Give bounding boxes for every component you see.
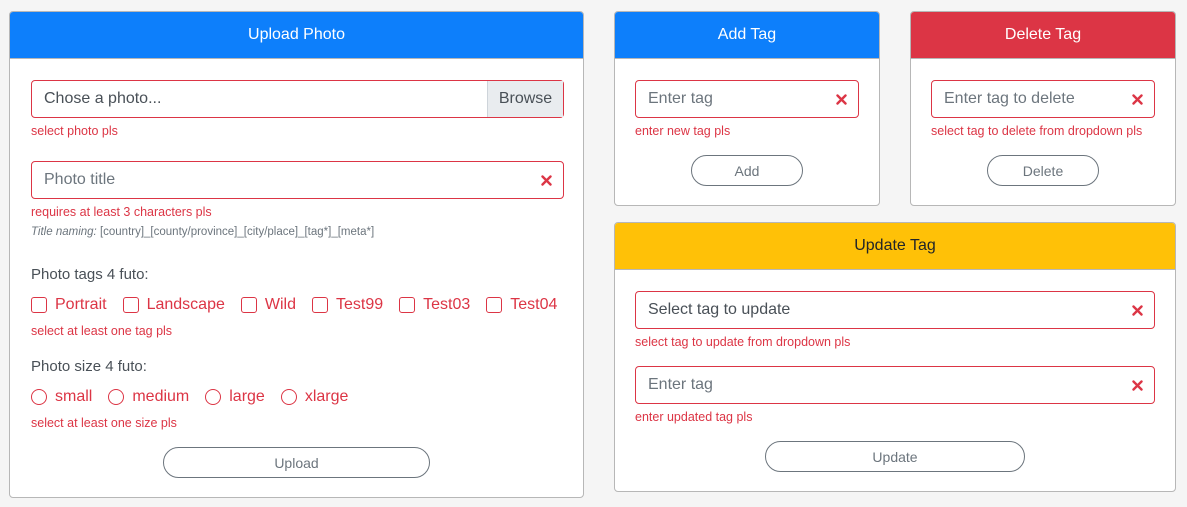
invalid-x-icon (529, 174, 563, 186)
checkbox-box[interactable] (399, 297, 416, 313)
tag-checkbox-landscape[interactable]: Landscape (122, 296, 225, 314)
photo-tags-error: select at least one tag pls (31, 324, 173, 338)
upload-photo-card: Upload Photo Chose a photo... Browse sel… (9, 11, 584, 498)
update-tag-input-error: enter updated tag pls (635, 410, 753, 424)
size-radio-medium[interactable]: medium (108, 388, 189, 406)
delete-tag-header: Delete Tag (911, 12, 1175, 59)
radio-circle[interactable] (108, 389, 125, 405)
radio-circle[interactable] (280, 389, 297, 405)
photo-size-label: Photo size 4 futo: (31, 358, 147, 375)
delete-tag-card: Delete Tag Enter tag to delete select ta… (910, 11, 1176, 206)
title-naming-label: Title naming: (31, 226, 97, 238)
add-tag-input[interactable]: Enter tag (635, 80, 859, 118)
checkbox-box[interactable] (486, 297, 503, 313)
title-naming-pattern: [country]_[county/province]_[city/place]… (99, 226, 375, 238)
add-tag-card: Add Tag Enter tag enter new tag pls Add (614, 11, 880, 206)
delete-tag-error: select tag to delete from dropdown pls (931, 124, 1143, 138)
photo-title-input[interactable]: Photo title (31, 161, 564, 199)
radio-circle[interactable] (31, 389, 47, 405)
delete-button[interactable]: Delete (987, 155, 1099, 186)
photo-size-error: select at least one size pls (31, 416, 177, 430)
photo-file-input[interactable]: Chose a photo... Browse (31, 80, 564, 118)
checkbox-box[interactable] (122, 297, 139, 313)
radio-circle[interactable] (205, 389, 222, 405)
tag-checkbox-portrait[interactable]: Portrait (31, 296, 107, 314)
delete-tag-input[interactable]: Enter tag to delete (931, 80, 1155, 118)
size-radio-xlarge[interactable]: xlarge (280, 388, 348, 406)
update-tag-header: Update Tag (615, 223, 1175, 270)
tag-checkbox-wild[interactable]: Wild (240, 296, 296, 314)
add-button[interactable]: Add (691, 155, 803, 186)
upload-button[interactable]: Upload (163, 447, 430, 478)
update-tag-select-placeholder: Select tag to update (648, 301, 791, 318)
invalid-x-icon (824, 93, 858, 105)
upload-photo-header: Upload Photo (10, 12, 583, 59)
invalid-x-icon (1120, 93, 1154, 105)
checkbox-box[interactable] (311, 297, 328, 313)
invalid-x-icon (1120, 379, 1154, 391)
add-tag-header: Add Tag (615, 12, 879, 59)
delete-tag-placeholder: Enter tag to delete (944, 90, 1075, 107)
update-tag-select[interactable]: Select tag to update (635, 291, 1155, 329)
photo-title-error: requires at least 3 characters pls (31, 205, 212, 219)
photo-size-group: small medium large xlarge (31, 388, 364, 406)
update-tag-card: Update Tag Select tag to update select t… (614, 222, 1176, 492)
photo-file-placeholder: Chose a photo... (44, 90, 162, 107)
update-tag-select-error: select tag to update from dropdown pls (635, 335, 851, 349)
title-naming-hint: Title naming: [country]_[county/province… (31, 226, 374, 238)
tag-checkbox-test04[interactable]: Test04 (486, 296, 557, 314)
tag-checkbox-test03[interactable]: Test03 (399, 296, 470, 314)
add-tag-error: enter new tag pls (635, 124, 731, 138)
update-tag-input-placeholder: Enter tag (648, 376, 713, 393)
checkbox-box[interactable] (240, 297, 257, 313)
browse-button[interactable]: Browse (487, 81, 563, 117)
photo-file-error: select photo pls (31, 124, 118, 138)
tag-checkbox-test99[interactable]: Test99 (311, 296, 383, 314)
checkbox-box[interactable] (31, 297, 47, 313)
add-tag-placeholder: Enter tag (648, 90, 713, 107)
invalid-x-icon (1120, 304, 1154, 316)
update-button[interactable]: Update (765, 441, 1025, 472)
photo-title-placeholder: Photo title (44, 171, 116, 188)
size-radio-small[interactable]: small (31, 388, 92, 406)
photo-tags-group: Portrait Landscape Wild Test99 Test03 Te… (31, 296, 573, 314)
update-tag-input[interactable]: Enter tag (635, 366, 1155, 404)
size-radio-large[interactable]: large (205, 388, 265, 406)
photo-tags-label: Photo tags 4 futo: (31, 266, 149, 283)
